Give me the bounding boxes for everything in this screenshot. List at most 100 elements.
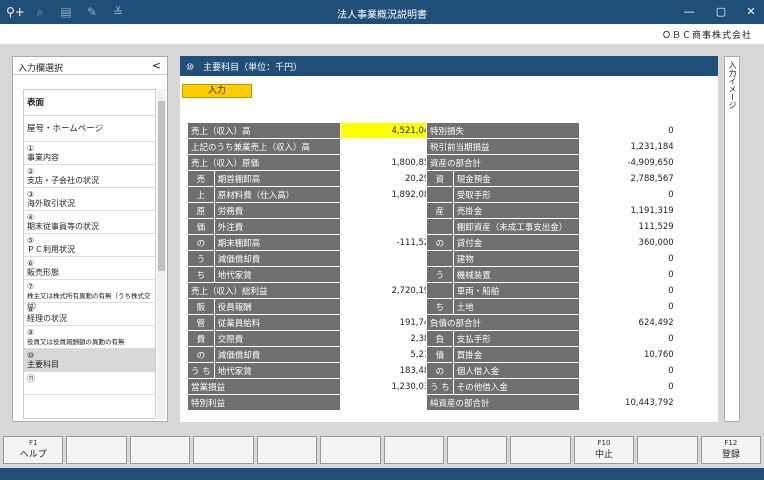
function-key-button[interactable]: F1 ヘルプ [3,436,64,464]
maximize-icon[interactable]: ▢ [714,5,728,19]
row-value-field[interactable]: 191,749 [339,314,439,331]
row-group-label [426,186,454,203]
minimize-icon[interactable]: — [682,5,696,19]
row-value-field[interactable]: 5,218 [339,346,439,363]
row-group-label: う [187,250,215,267]
row-value-field[interactable]: 0 [578,122,678,139]
sidebar-item[interactable]: ⑨ 役員又は役員報酬額の異動の有無 [24,326,155,349]
row-value-field[interactable]: 0 [578,282,678,299]
row-value-field[interactable]: 0 [339,138,439,155]
row-label: 地代家賃 [213,266,341,283]
sidebar-item[interactable]: 屋号・ホームページ [24,116,155,142]
function-key-button[interactable] [320,436,381,464]
scrollbar-thumb[interactable] [158,101,165,271]
row-value-field[interactable]: 0 [578,250,678,267]
row-value-field[interactable]: 624,492 [578,314,678,331]
sidebar-item-label: ＰＣ利用状況 [27,245,75,254]
row-value-field[interactable]: 360,000 [578,234,678,251]
table-row: ち地代家賃0 [187,266,439,283]
close-icon[interactable]: ✕ [744,5,758,19]
sidebar-item[interactable]: ⑩ 主要科目 [24,349,155,372]
sidebar-item[interactable]: ④ 期末従事員等の状況 [24,211,155,234]
row-value-field[interactable]: 1,892,085 [339,186,439,203]
row-value-field[interactable]: 0 [578,362,678,379]
row-value-field[interactable]: 1,231,184 [578,138,678,155]
row-value-field[interactable]: 0 [578,298,678,315]
collapse-icon[interactable]: < [152,59,161,72]
function-key-button[interactable] [129,436,191,464]
row-value-field[interactable]: 10,443,792 [578,394,678,411]
function-key-button[interactable] [193,436,254,464]
row-label: 土地 [452,298,580,315]
function-key-button[interactable] [510,436,571,464]
row-value-field[interactable]: 0 [339,202,439,219]
row-value-field[interactable]: 0 [339,394,439,411]
row-value-field[interactable]: 4,521,044 [339,122,439,139]
table-row: 特別利益0 [187,394,439,411]
input-image-label: 入力イメージ [728,61,737,109]
row-value-field[interactable]: 1,800,850 [339,154,439,171]
input-image-panel[interactable]: 入力イメージ [724,56,740,422]
table-row: 負債の部合計 624,492 [426,314,678,331]
row-group-label: 産 [426,202,454,219]
row-label: 受取手形 [452,186,580,203]
sidebar-item[interactable]: ⑧ 経理の状況 [24,303,155,326]
row-value-field[interactable]: 10,760 [578,346,678,363]
row-value-field[interactable]: 0 [339,218,439,235]
function-key-name [448,437,506,439]
row-value-field[interactable]: 2,788,567 [578,170,678,187]
table-row: 売期首棚卸高 20,295 [187,170,439,187]
function-key-button[interactable]: F10 中止 [573,436,635,464]
row-value-field[interactable]: 0 [339,298,439,315]
sidebar-item[interactable]: ⑦ 株主又は株式所有異動の有無（うち株式交付） [24,280,155,310]
function-key-button[interactable] [383,436,444,464]
row-label: 特別利益 [187,394,341,411]
row-value-field[interactable]: 0 [578,266,678,283]
function-key-button[interactable] [66,436,127,464]
sidebar-item[interactable]: ⑥ 販売形態 [24,257,155,280]
sidebar-item[interactable]: 表面 [24,90,155,116]
sidebar-item-label: 海外取引状況 [27,199,75,208]
row-label: 支払手形 [452,330,580,347]
row-value-field[interactable]: 2,380 [339,330,439,347]
row-value-field[interactable]: 0 [578,186,678,203]
sidebar-item[interactable]: ① 事業内容 [24,142,155,165]
function-key-name [67,437,125,439]
row-value-field[interactable]: 1,230,036 [339,378,439,395]
row-value-field[interactable]: -111,529 [339,234,439,251]
row-value-field[interactable]: 0 [578,378,678,395]
row-value-field[interactable]: 0 [339,266,439,283]
table-left: 売上（収入）高4,521,044上記のうち兼業売上（収入）高0売上（収入）原価1… [187,122,439,411]
sidebar-item[interactable]: ⑤ ＰＣ利用状況 [24,234,155,257]
table-row: 産売掛金 1,191,319 [426,202,678,219]
function-key-button[interactable] [637,436,698,464]
sidebar-item[interactable]: ③ 海外取引状況 [24,188,155,211]
row-value-field[interactable]: 183,480 [339,362,439,379]
row-value-field[interactable]: 2,720,194 [339,282,439,299]
function-key-button[interactable] [256,436,318,464]
input-button[interactable]: 入力 [182,84,252,98]
sidebar-item[interactable]: ② 支店・子会社の状況 [24,165,155,188]
sidebar-item[interactable]: ⑪ [24,372,155,395]
function-key-button[interactable] [446,436,508,464]
table-row: 車両・船舶 0 [426,282,678,299]
row-value-field[interactable]: 0 [578,330,678,347]
scrollbar[interactable] [157,89,166,419]
row-label: 貸付金 [452,234,580,251]
row-label: 減価償却費 [213,346,341,363]
row-group-label: 価 [187,218,215,235]
row-value-field[interactable]: -4,909,650 [578,154,678,171]
sidebar-item-number: ④ [27,213,35,222]
sidebar-item-number: ⑤ [27,236,35,245]
row-value-field[interactable]: 1,191,319 [578,202,678,219]
row-value-field[interactable]: 0 [339,250,439,267]
table-row: 債買掛金 10,760 [426,346,678,363]
row-value-field[interactable]: 111,529 [578,218,678,235]
table-row: 原労務費0 [187,202,439,219]
row-group-label: 費 [187,330,215,347]
sidebar-item-label: 支店・子会社の状況 [27,176,99,185]
function-key-button[interactable]: F12 登録 [700,436,762,464]
row-group-label [426,282,454,299]
row-label: 地代家賃 [213,362,341,379]
row-value-field[interactable]: 20,295 [339,170,439,187]
